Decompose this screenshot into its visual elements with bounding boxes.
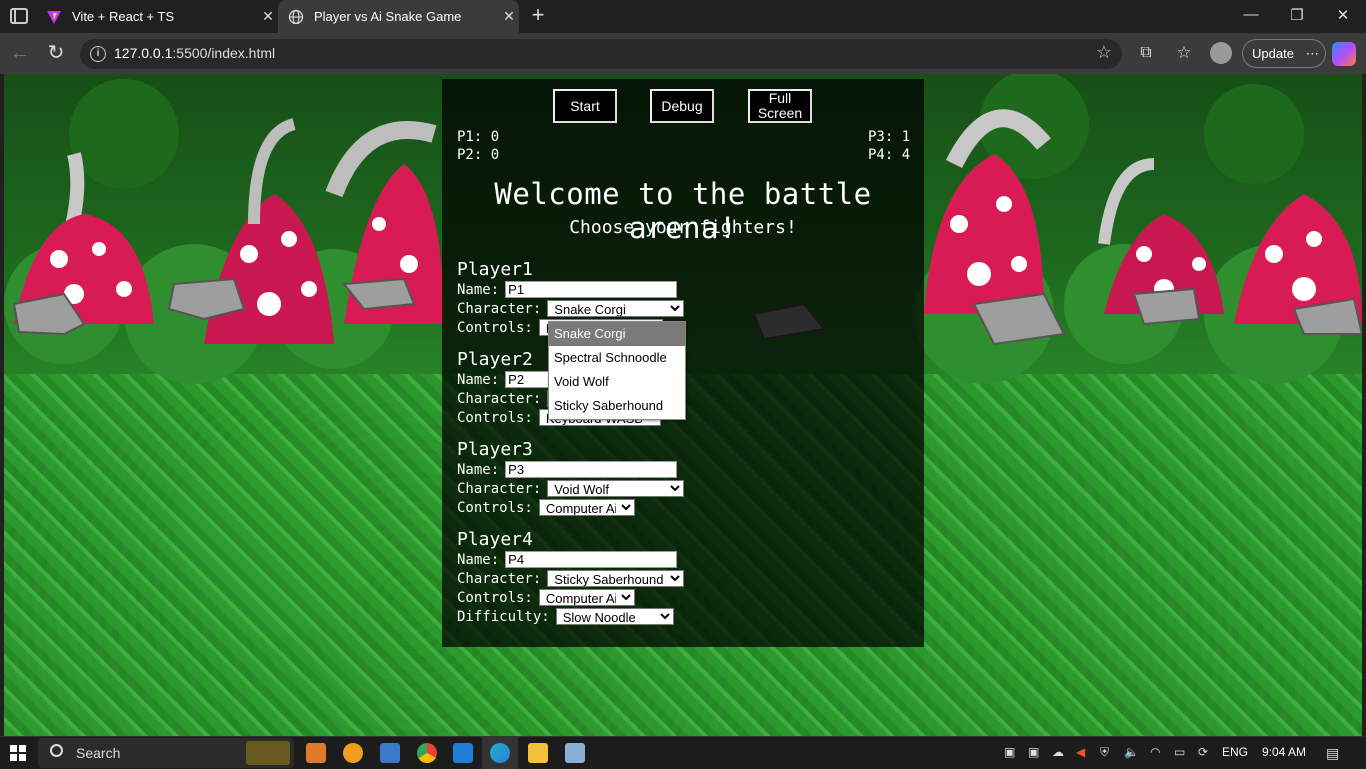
xampp-tray-icon[interactable]: ▣ bbox=[1028, 745, 1039, 759]
player-heading: Player1 bbox=[457, 259, 533, 280]
notepad-icon[interactable] bbox=[565, 743, 585, 763]
tab-vite[interactable]: Vite + React + TS ✕ bbox=[36, 0, 278, 33]
cloud-icon[interactable]: ☁ bbox=[1052, 745, 1064, 759]
computer-icon[interactable] bbox=[380, 743, 400, 763]
character-label: Character: bbox=[457, 390, 542, 407]
xampp-icon[interactable] bbox=[306, 743, 326, 763]
close-tab-icon[interactable]: ✕ bbox=[499, 8, 519, 25]
alert-icon[interactable]: ◀ bbox=[1076, 745, 1085, 759]
minimize-icon[interactable]: — bbox=[1236, 6, 1266, 23]
tab-title: Vite + React + TS bbox=[72, 9, 175, 24]
reload-icon[interactable]: ↻ bbox=[44, 42, 68, 66]
sync-icon[interactable]: ⟳ bbox=[1198, 745, 1208, 759]
url-path: :5500/index.html bbox=[172, 45, 276, 61]
player4-name-input[interactable] bbox=[505, 551, 678, 568]
difficulty-label: Difficulty: bbox=[457, 608, 550, 625]
dropdown-option[interactable]: Snake Corgi bbox=[549, 322, 685, 346]
security-icon[interactable]: ⛨ bbox=[1100, 745, 1109, 760]
player-heading: Player2 bbox=[457, 349, 533, 370]
tab-bar: Vite + React + TS ✕ Player vs Ai Snake G… bbox=[0, 0, 1366, 33]
player2-section: Player2 Name: Character:Spectral Schnood… bbox=[457, 350, 917, 427]
search-icon bbox=[50, 744, 63, 757]
character-label: Character: bbox=[457, 300, 542, 317]
restore-icon[interactable]: ❐ bbox=[1282, 6, 1312, 24]
character-dropdown-list: Snake Corgi Spectral Schnoodle Void Wolf… bbox=[548, 321, 686, 420]
tab-title: Player vs Ai Snake Game bbox=[314, 9, 462, 24]
copilot-icon[interactable] bbox=[1332, 42, 1356, 66]
score-p1: P1: 0 bbox=[457, 129, 500, 145]
player3-character-select[interactable]: Void Wolf bbox=[547, 480, 685, 497]
dropdown-option[interactable]: Spectral Schnoodle bbox=[549, 346, 685, 370]
controls-label: Controls: bbox=[457, 589, 533, 606]
name-label: Name: bbox=[457, 551, 500, 568]
start-button[interactable]: Start bbox=[553, 89, 617, 123]
taskbar: Search ▣ ▣ ☁ ◀ ⛨ 🔈 ◠ ▭ ⟳ ENG 9:04 AM ▤ bbox=[0, 736, 1366, 769]
name-label: Name: bbox=[457, 371, 500, 388]
player-heading: Player3 bbox=[457, 439, 533, 460]
site-info-icon[interactable]: i bbox=[90, 46, 106, 62]
language-indicator[interactable]: ENG bbox=[1222, 745, 1248, 759]
player1-section: Player1 Name: Character: Snake Corgi Cont… bbox=[457, 260, 917, 337]
player4-controls-select[interactable]: Computer Ai bbox=[538, 589, 635, 606]
player4-difficulty-select[interactable]: Slow Noodle bbox=[555, 608, 674, 625]
url-field[interactable]: i 127.0.0.1:5500/index.html ☆ bbox=[80, 39, 1122, 69]
wifi-icon[interactable]: ◠ bbox=[1150, 745, 1160, 759]
new-tab-icon[interactable]: + bbox=[526, 4, 550, 28]
full-screen-button[interactable]: Full Screen bbox=[748, 89, 812, 123]
player1-character-select[interactable]: Snake Corgi bbox=[547, 300, 685, 317]
controls-label: Controls: bbox=[457, 319, 533, 336]
game-page: Start Debug Full Screen P1: 0 P2: 0 P3: … bbox=[4, 74, 1362, 736]
player4-section: Player4 Name: Character: Sticky Saberhoun… bbox=[457, 530, 917, 626]
address-bar: ← ↻ i 127.0.0.1:5500/index.html ☆ ⧉ ☆ Up… bbox=[0, 33, 1366, 74]
score-p3: P3: 1 bbox=[868, 129, 911, 145]
windows-start-icon[interactable] bbox=[10, 745, 26, 761]
notifications-icon[interactable]: ▤ bbox=[1326, 745, 1339, 762]
extensions-icon[interactable]: ⧉ bbox=[1134, 42, 1158, 66]
controls-label: Controls: bbox=[457, 409, 533, 426]
close-window-icon[interactable]: ✕ bbox=[1328, 6, 1358, 24]
dropdown-option[interactable]: Void Wolf bbox=[549, 370, 685, 394]
dropdown-option[interactable]: Sticky Saberhound bbox=[549, 394, 685, 418]
tab-snake-game[interactable]: Player vs Ai Snake Game ✕ bbox=[278, 0, 519, 33]
app-icon[interactable] bbox=[343, 743, 363, 763]
edge-icon[interactable] bbox=[490, 743, 510, 763]
tray-app-icon[interactable]: ▣ bbox=[1004, 745, 1015, 759]
vite-icon bbox=[47, 10, 61, 24]
character-label: Character: bbox=[457, 570, 542, 587]
search-highlight-icon bbox=[246, 741, 290, 765]
chrome-icon[interactable] bbox=[417, 743, 437, 763]
taskbar-search[interactable]: Search bbox=[38, 738, 294, 768]
score-p4: P4: 4 bbox=[868, 147, 911, 163]
favorites-icon[interactable]: ☆ bbox=[1172, 42, 1196, 66]
player-heading: Player4 bbox=[457, 529, 533, 550]
globe-icon bbox=[288, 9, 304, 24]
character-label: Character: bbox=[457, 480, 542, 497]
player3-controls-select[interactable]: Computer Ai bbox=[538, 499, 635, 516]
player3-section: Player3 Name: Character: Void Wolf Contro… bbox=[457, 440, 917, 517]
debug-button[interactable]: Debug bbox=[650, 89, 714, 123]
name-label: Name: bbox=[457, 281, 500, 298]
file-explorer-icon[interactable] bbox=[528, 743, 548, 763]
vscode-icon[interactable] bbox=[453, 743, 473, 763]
back-icon[interactable]: ← bbox=[8, 42, 32, 66]
controls-label: Controls: bbox=[457, 499, 533, 516]
favorite-star-icon[interactable]: ☆ bbox=[1096, 42, 1112, 63]
battery-icon[interactable]: ▭ bbox=[1174, 745, 1185, 759]
profile-avatar[interactable] bbox=[1210, 42, 1232, 64]
taskbar-clock[interactable]: 9:04 AM bbox=[1262, 745, 1306, 759]
name-label: Name: bbox=[457, 461, 500, 478]
close-tab-icon[interactable]: ✕ bbox=[258, 8, 278, 25]
player1-name-input[interactable] bbox=[505, 281, 678, 298]
score-p2: P2: 0 bbox=[457, 147, 500, 163]
choose-subheading: Choose your fighters! bbox=[569, 217, 797, 238]
player3-name-input[interactable] bbox=[505, 461, 678, 478]
player4-character-select[interactable]: Sticky Saberhound bbox=[547, 570, 685, 587]
volume-icon[interactable]: 🔈 bbox=[1124, 745, 1139, 759]
update-button[interactable]: Update ⋯ bbox=[1242, 39, 1326, 68]
more-icon[interactable]: ⋯ bbox=[1306, 46, 1319, 61]
tab-actions-icon[interactable] bbox=[10, 8, 28, 24]
url-host: 127.0.0.1 bbox=[114, 45, 173, 61]
